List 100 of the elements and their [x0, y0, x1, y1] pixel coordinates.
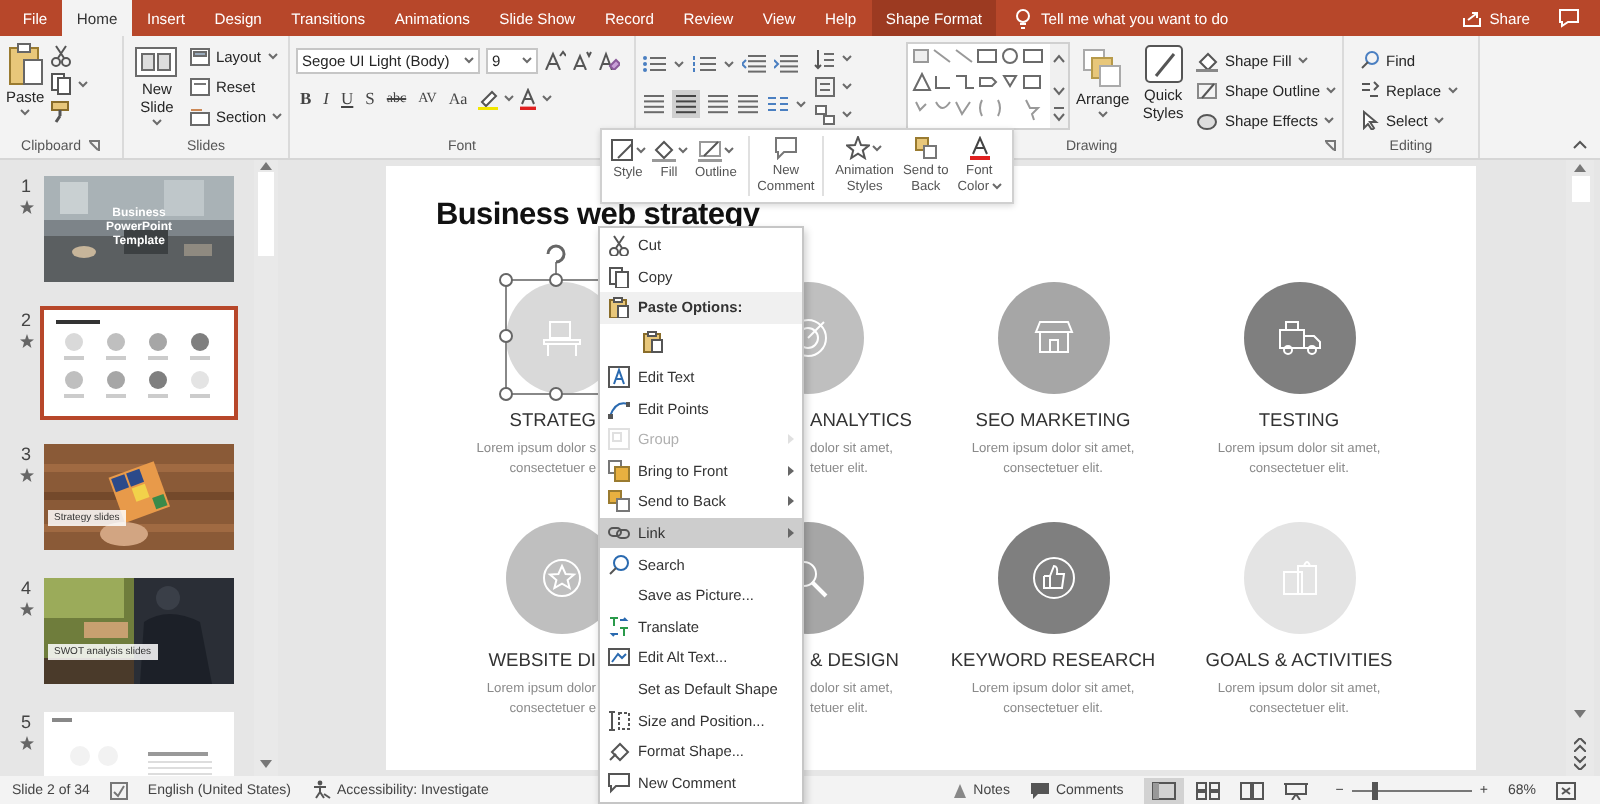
font-format-button[interactable]: U: [337, 88, 358, 108]
arrange-icon: [1082, 48, 1123, 88]
justify-icon[interactable]: [736, 92, 760, 116]
next-slide-icon[interactable]: [1574, 756, 1586, 770]
share-icon: [1461, 9, 1482, 27]
scroll-down-icon[interactable]: [260, 760, 272, 768]
spelling-check-icon[interactable]: [109, 781, 128, 799]
search-icon: [608, 553, 630, 576]
shape-effects-icon: [1196, 109, 1219, 131]
caret-icon: [1433, 116, 1444, 124]
align-text-icon[interactable]: [814, 75, 836, 97]
comment-icon[interactable]: [1558, 8, 1580, 28]
align-right-icon[interactable]: [706, 92, 730, 116]
caret-icon: [1097, 110, 1108, 118]
search-icon: [1360, 50, 1380, 70]
cursor-icon: [1360, 110, 1380, 130]
layout-icon: [189, 47, 210, 65]
numbering-icon[interactable]: [692, 54, 716, 74]
font-format-button[interactable]: I: [319, 88, 334, 108]
slide-show-icon: [1283, 781, 1308, 799]
dialog-launcher-icon[interactable]: [1324, 140, 1336, 152]
card-title: GOALS & ACTIVITIES: [1205, 650, 1393, 670]
clear-formatting-icon[interactable]: [598, 50, 620, 70]
collapse-ribbon-icon[interactable]: [1572, 140, 1588, 150]
reading-view-icon: [1239, 781, 1264, 799]
star-icon: [19, 200, 33, 214]
comment-icon: [773, 136, 798, 160]
caret-icon: [1324, 116, 1335, 124]
dialog-launcher-icon[interactable]: [88, 140, 101, 152]
caret-icon: [635, 145, 646, 153]
star-icon: [19, 334, 33, 348]
font-format-button[interactable]: S: [361, 88, 379, 108]
slide-number: 2: [20, 310, 31, 330]
slide-number: 3: [20, 444, 31, 464]
star-icon: [19, 602, 33, 616]
selection-frame[interactable]: [499, 244, 600, 401]
grow-font-icon[interactable]: [544, 50, 566, 70]
zoom-slider-thumb[interactable]: [1371, 781, 1378, 799]
scroll-up-icon[interactable]: [1574, 164, 1586, 172]
highlight-icon[interactable]: [475, 87, 500, 109]
format-shape-icon: [608, 740, 630, 763]
caret-icon: [267, 52, 277, 60]
fit-to-window-icon[interactable]: [1556, 781, 1576, 799]
quick-styles-icon: [1143, 44, 1184, 84]
decrease-indent-icon[interactable]: [742, 54, 766, 74]
submenu-arrow-icon: [788, 465, 794, 476]
increase-indent-icon[interactable]: [774, 54, 798, 74]
star-icon: [19, 736, 33, 750]
clipboard-icon: [608, 296, 630, 319]
caret-icon: [20, 108, 31, 116]
caret-icon: [1326, 86, 1336, 94]
paste-icon: [642, 330, 666, 355]
paint-bucket-icon: [651, 137, 676, 161]
format-painter-icon[interactable]: [50, 100, 73, 124]
pen-icon: [697, 137, 722, 161]
caret-icon: [842, 54, 852, 62]
slide-thumbnail[interactable]: [44, 310, 234, 416]
previous-slide-icon[interactable]: [1574, 738, 1586, 752]
cut-icon: [608, 234, 630, 257]
caret-icon: [674, 60, 684, 68]
copy-icon: [608, 265, 630, 288]
card-title: TESTING: [1258, 410, 1340, 430]
view-button[interactable]: [1143, 777, 1184, 803]
card-title: ANALYTICS: [810, 410, 912, 430]
smartart-icon[interactable]: [814, 103, 836, 125]
thumbs-up-icon: [1029, 554, 1077, 602]
shrink-font-icon[interactable]: [572, 50, 592, 70]
caret-icon: [464, 56, 474, 64]
style-icon: [609, 137, 634, 161]
scroll-down-icon[interactable]: [1574, 710, 1586, 718]
translate-icon: [608, 615, 630, 638]
lightbulb-icon: [1016, 7, 1031, 29]
caret-icon: [522, 56, 532, 64]
bullets-icon[interactable]: [642, 54, 666, 74]
align-left-icon[interactable]: [642, 92, 666, 116]
send-backward-icon: [913, 136, 938, 160]
copy-icon[interactable]: [50, 72, 73, 96]
star-icon: [846, 136, 871, 160]
submenu-arrow-icon: [788, 528, 794, 539]
caret-icon: [724, 60, 734, 68]
slide-number: 5: [20, 712, 31, 732]
clipboard-icon: [7, 42, 44, 86]
text-direction-icon[interactable]: [814, 47, 836, 69]
replace-icon: [1360, 80, 1380, 100]
font-color-icon[interactable]: [517, 87, 538, 109]
reset-icon: [189, 77, 210, 95]
shapes-gallery[interactable]: [906, 42, 1070, 130]
align-center-icon[interactable]: [674, 92, 698, 116]
cut-icon[interactable]: [50, 44, 73, 68]
bring-to-front-icon: [608, 459, 630, 482]
alt-text-icon: [608, 646, 630, 669]
font-format-button[interactable]: Aa: [444, 89, 472, 107]
group-icon: [608, 428, 630, 451]
caret-icon: [541, 94, 552, 102]
comment-icon: [608, 771, 630, 794]
columns-icon[interactable]: [766, 92, 790, 116]
font-format-button[interactable]: B: [296, 88, 316, 108]
size-position-icon: [608, 709, 630, 732]
caret-icon: [272, 112, 282, 120]
scroll-thumb[interactable]: [258, 172, 274, 256]
